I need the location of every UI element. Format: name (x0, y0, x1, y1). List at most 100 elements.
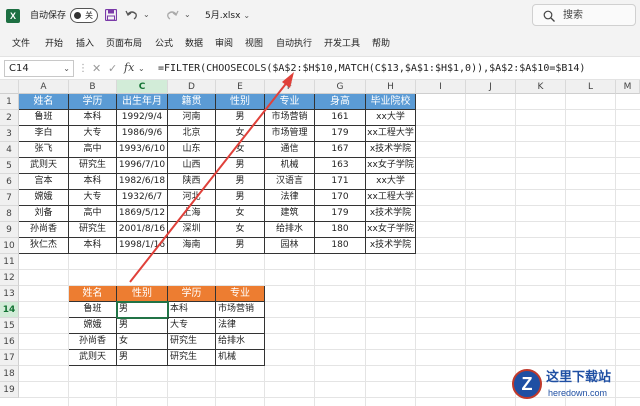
source-data-cell[interactable]: 刘备 (19, 206, 69, 222)
result-data-cell[interactable]: 研究生 (168, 334, 216, 350)
source-data-cell[interactable]: 本科 (69, 110, 117, 126)
source-data-cell[interactable]: 女 (216, 142, 265, 158)
save-icon[interactable] (105, 9, 117, 21)
source-data-cell[interactable]: 161 (315, 110, 366, 126)
redo-icon[interactable] (165, 8, 179, 22)
result-data-cell[interactable]: 鲁班 (69, 302, 117, 318)
source-data-cell[interactable]: 女 (216, 222, 265, 238)
source-data-cell[interactable]: 北京 (168, 126, 216, 142)
source-data-cell[interactable]: 180 (315, 238, 366, 254)
menu-file[interactable]: 文件 (12, 37, 30, 51)
result-data-cell[interactable]: 男 (117, 318, 168, 334)
source-data-cell[interactable]: 法律 (265, 190, 315, 206)
source-data-cell[interactable]: 1932/6/7 (117, 190, 168, 206)
customize-toolbar-icon[interactable]: ⌄ (184, 8, 191, 22)
row-header-8[interactable]: 8 (0, 206, 19, 222)
source-data-cell[interactable]: 给排水 (265, 222, 315, 238)
source-data-cell[interactable]: 研究生 (69, 222, 117, 238)
source-data-cell[interactable]: 园林 (265, 238, 315, 254)
column-header-g[interactable]: G (315, 80, 366, 94)
column-header-e[interactable]: E (216, 80, 265, 94)
source-data-cell[interactable]: 汉语言 (265, 174, 315, 190)
source-data-cell[interactable]: 嫦娥 (19, 190, 69, 206)
source-data-cell[interactable]: 180 (315, 222, 366, 238)
cancel-icon[interactable]: ✕ (92, 61, 101, 76)
source-data-cell[interactable]: 1869/5/12 (117, 206, 168, 222)
row-header-7[interactable]: 7 (0, 190, 19, 206)
source-data-cell[interactable]: 河南 (168, 110, 216, 126)
menu-page-layout[interactable]: 页面布局 (106, 37, 142, 51)
source-data-cell[interactable]: 2001/8/16 (117, 222, 168, 238)
source-data-cell[interactable]: 高中 (69, 206, 117, 222)
column-header-f[interactable]: F (265, 80, 315, 94)
source-data-cell[interactable]: 高中 (69, 142, 117, 158)
row-header-18[interactable]: 18 (0, 366, 19, 382)
result-header-cell[interactable]: 专业 (216, 286, 265, 302)
result-data-cell[interactable]: 男 (117, 350, 168, 366)
selected-cell[interactable]: 男 (116, 301, 169, 319)
result-data-cell[interactable]: 给排水 (216, 334, 265, 350)
result-data-cell[interactable]: 市场营销 (216, 302, 265, 318)
column-header-j[interactable]: J (466, 80, 516, 94)
source-data-cell[interactable]: 男 (216, 238, 265, 254)
source-data-cell[interactable]: 陕西 (168, 174, 216, 190)
source-data-cell[interactable]: xx工程大学 (366, 126, 416, 142)
column-header-b[interactable]: B (69, 80, 117, 94)
result-data-cell[interactable]: 本科 (168, 302, 216, 318)
row-header-9[interactable]: 9 (0, 222, 19, 238)
result-data-cell[interactable]: 女 (117, 334, 168, 350)
source-data-cell[interactable]: 女 (216, 126, 265, 142)
source-header-cell[interactable]: 毕业院校 (366, 94, 416, 110)
source-data-cell[interactable]: 1993/6/10 (117, 142, 168, 158)
result-data-cell[interactable]: 大专 (168, 318, 216, 334)
source-data-cell[interactable]: xx女子学院 (366, 222, 416, 238)
source-data-cell[interactable]: 179 (315, 206, 366, 222)
source-header-cell[interactable]: 学历 (69, 94, 117, 110)
source-data-cell[interactable]: 研究生 (69, 158, 117, 174)
source-data-cell[interactable]: 上海 (168, 206, 216, 222)
row-header-19[interactable]: 19 (0, 382, 19, 398)
source-data-cell[interactable]: 163 (315, 158, 366, 174)
source-data-cell[interactable]: 171 (315, 174, 366, 190)
column-header-m[interactable]: M (616, 80, 640, 94)
menu-insert[interactable]: 插入 (76, 37, 94, 51)
column-header-i[interactable]: I (416, 80, 466, 94)
row-header-17[interactable]: 17 (0, 350, 19, 366)
source-data-cell[interactable]: 男 (216, 110, 265, 126)
row-header-6[interactable]: 6 (0, 174, 19, 190)
source-data-cell[interactable]: xx女子学院 (366, 158, 416, 174)
menu-review[interactable]: 审阅 (215, 37, 233, 51)
source-data-cell[interactable]: 1992/9/4 (117, 110, 168, 126)
row-header-2[interactable]: 2 (0, 110, 19, 126)
spreadsheet-grid[interactable]: ABCDEFGHIJKLM 1 2 3 4 5 6 7 8 9 10 11 12 13 14 15 16 17 1… (0, 80, 640, 406)
menu-automate[interactable]: 自动执行 (276, 37, 312, 51)
source-data-cell[interactable]: 女 (216, 206, 265, 222)
menu-developer[interactable]: 开发工具 (324, 37, 360, 51)
column-header-d[interactable]: D (168, 80, 216, 94)
result-data-cell[interactable]: 孙尚香 (69, 334, 117, 350)
row-header-14[interactable]: 14 (0, 302, 19, 318)
source-data-cell[interactable]: 孙尚香 (19, 222, 69, 238)
source-data-cell[interactable]: 市场管理 (265, 126, 315, 142)
source-data-cell[interactable]: 179 (315, 126, 366, 142)
source-data-cell[interactable]: 张飞 (19, 142, 69, 158)
source-header-cell[interactable]: 专业 (265, 94, 315, 110)
source-data-cell[interactable]: 深圳 (168, 222, 216, 238)
menu-home[interactable]: 开始 (45, 37, 63, 51)
row-header-1[interactable]: 1 (0, 94, 19, 110)
search-box[interactable]: 搜索 (532, 4, 636, 26)
source-data-cell[interactable]: 河北 (168, 190, 216, 206)
source-header-cell[interactable]: 姓名 (19, 94, 69, 110)
column-header-k[interactable]: K (516, 80, 566, 94)
source-data-cell[interactable]: 170 (315, 190, 366, 206)
source-data-cell[interactable]: 1998/1/16 (117, 238, 168, 254)
autosave-toggle[interactable]: 关 (70, 8, 98, 23)
row-header-3[interactable]: 3 (0, 126, 19, 142)
result-data-cell[interactable]: 机械 (216, 350, 265, 366)
source-data-cell[interactable]: 鲁班 (19, 110, 69, 126)
result-data-cell[interactable]: 武则天 (69, 350, 117, 366)
source-header-cell[interactable]: 籍贯 (168, 94, 216, 110)
menu-formulas[interactable]: 公式 (155, 37, 173, 51)
result-header-cell[interactable]: 姓名 (69, 286, 117, 302)
source-data-cell[interactable]: xx大学 (366, 110, 416, 126)
